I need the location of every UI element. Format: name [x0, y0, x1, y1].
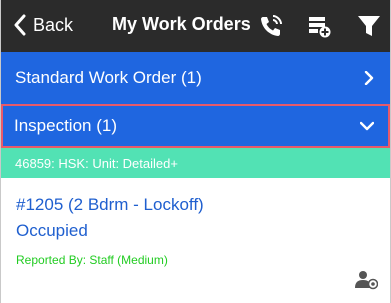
- page-title: My Work Orders: [112, 14, 251, 34]
- assign-user-icon[interactable]: [354, 270, 378, 290]
- subgroup-header[interactable]: 46859: HSK: Unit: Detailed+: [1, 148, 390, 178]
- phone-icon[interactable]: [258, 13, 284, 39]
- subgroup-label: 46859: HSK: Unit: Detailed+: [15, 155, 178, 171]
- group-standard-work-order[interactable]: Standard Work Order (1): [1, 52, 390, 104]
- work-order-status: Occupied: [16, 221, 88, 240]
- reported-by: Reported By: Staff (Medium): [16, 253, 168, 267]
- app: Back My Work Orders Standard Work Order …: [0, 0, 391, 303]
- work-order-card[interactable]: #1205 (2 Bdrm - Lockoff) Occupied Report…: [1, 178, 390, 303]
- top-bar: Back My Work Orders: [1, 0, 390, 52]
- form-add-icon[interactable]: [306, 13, 332, 39]
- work-order-title[interactable]: #1205 (2 Bdrm - Lockoff): [16, 195, 204, 215]
- back-label: Back: [33, 14, 74, 35]
- filter-icon[interactable]: [356, 13, 382, 39]
- chevron-down-icon: [360, 121, 374, 131]
- chevron-right-icon: [364, 71, 374, 85]
- chevron-left-icon: [14, 14, 26, 36]
- group-label: Standard Work Order (1): [15, 68, 202, 87]
- group-inspection[interactable]: Inspection (1): [1, 104, 390, 148]
- back-button[interactable]: Back: [13, 14, 73, 36]
- group-label: Inspection (1): [14, 116, 117, 135]
